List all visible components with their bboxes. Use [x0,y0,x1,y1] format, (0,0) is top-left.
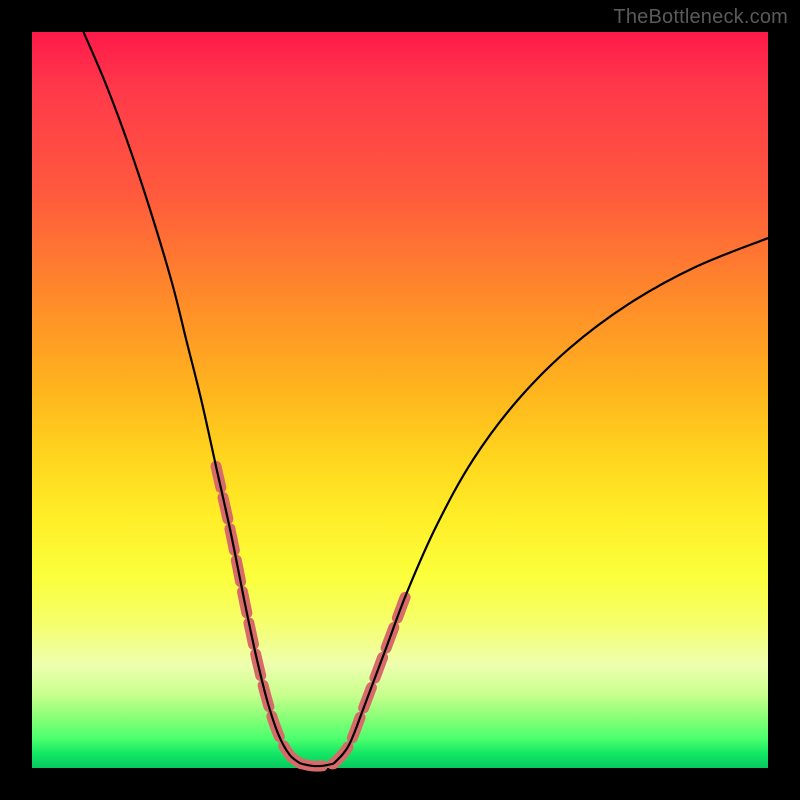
curve-layer [84,32,768,766]
highlight-left [216,466,301,763]
watermark-text: TheBottleneck.com [613,6,788,29]
plot-area [32,32,768,768]
curve-left [84,32,301,764]
outer-frame: TheBottleneck.com [0,0,800,800]
chart-svg [32,32,768,768]
curve-right [334,238,768,764]
highlight-layer [216,466,407,766]
